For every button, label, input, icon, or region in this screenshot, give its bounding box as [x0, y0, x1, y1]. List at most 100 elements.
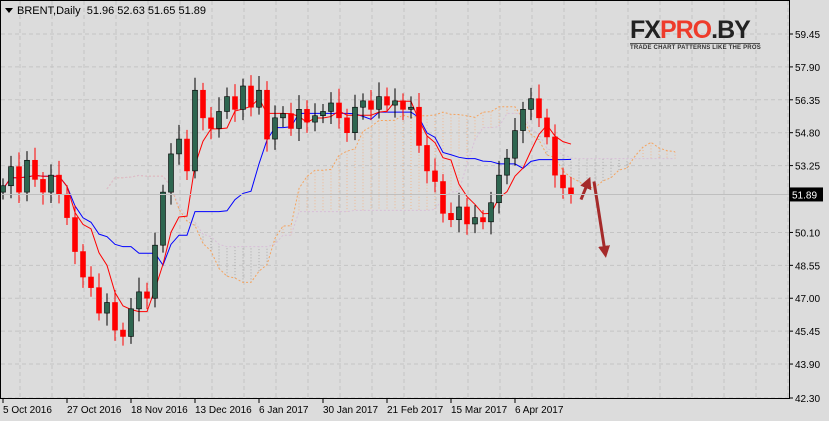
price-chart[interactable]: 59.45 57.90 56.35 54.80 53.25 50.10 48.55 47.00… [0, 0, 829, 421]
candle-bearish [144, 291, 150, 299]
candle-bearish [288, 113, 294, 129]
candle-bearish [64, 193, 70, 218]
candle-bullish [8, 166, 14, 187]
y-tick-label: 43.90 [795, 360, 820, 371]
candle-bearish [16, 166, 22, 193]
x-tick-label: 13 Dec 2016 [195, 405, 252, 416]
candle-bullish [104, 302, 110, 314]
fxpro-logo: FXPRO.BY TRADE CHART PATTERNS LIKE THE P… [630, 16, 761, 51]
x-tick-label: 5 Oct 2016 [3, 405, 52, 416]
candle-bullish [48, 174, 54, 193]
time-axis[interactable]: 5 Oct 2016 27 Oct 2016 18 Nov 2016 13 Dec 2… [2, 398, 564, 416]
kijun-sen-line [2, 111, 572, 267]
candle-bullish [456, 206, 462, 221]
candle-bearish [480, 217, 486, 223]
logo-text-fx: FX [630, 16, 661, 44]
candle-bearish [40, 179, 46, 193]
candle-bullish [520, 109, 526, 131]
candle-bullish [376, 96, 382, 110]
dropdown-triangle-icon[interactable] [5, 8, 13, 13]
candle-bearish [32, 159, 38, 180]
candle-bullish [224, 96, 230, 112]
candle-bullish [296, 109, 302, 129]
candle-bearish [232, 96, 238, 110]
candle-bullish [496, 174, 502, 204]
candle-bullish [328, 102, 334, 112]
indicator-lines [2, 97, 572, 313]
candle-bearish [448, 213, 454, 221]
candle-bearish [264, 89, 270, 140]
candle-bearish [72, 217, 78, 252]
candle-bearish [80, 251, 86, 278]
candle-bearish [344, 117, 350, 133]
candle-bearish [560, 174, 566, 189]
candle-bullish [312, 115, 318, 123]
chart-title: BRENT,Daily 51.96 52.63 51.65 51.89 [5, 5, 206, 17]
candle-bullish [392, 100, 398, 106]
candle-bullish [24, 159, 30, 193]
ohlc-values: 51.96 52.63 51.65 51.89 [86, 5, 206, 17]
plot-frame [0, 0, 790, 399]
x-tick-label: 6 Apr 2017 [515, 405, 564, 416]
candle-bullish [168, 153, 174, 193]
candle-bullish [472, 217, 478, 225]
candle-bullish [240, 85, 246, 110]
y-tick-label: 47.00 [795, 294, 820, 305]
x-tick-label: 27 Oct 2016 [67, 405, 122, 416]
candle-bearish [336, 102, 342, 119]
candle-bullish [216, 111, 222, 129]
candle-bearish [184, 138, 190, 172]
candle-bullish [176, 138, 182, 155]
candle-bullish [128, 308, 134, 337]
candle-bearish [440, 181, 446, 214]
candle-bullish [136, 291, 142, 310]
x-tick-label: 30 Jan 2017 [323, 405, 378, 416]
candle-bearish [536, 98, 542, 119]
candle-bearish [424, 145, 430, 172]
logo-text-pro: PRO [659, 16, 712, 44]
candle-bearish [432, 170, 438, 182]
logo-tagline: TRADE CHART PATTERNS LIKE THE PROS [630, 45, 761, 51]
candle-bullish [408, 106, 414, 110]
candle-bearish [464, 206, 470, 225]
candle-bearish [544, 117, 550, 138]
candle-bearish [568, 187, 574, 195]
candle-bullish [488, 202, 494, 223]
candle-bullish [280, 113, 286, 119]
price-axis[interactable]: 59.45 57.90 56.35 54.80 53.25 50.10 48.55 47.00… [1, 30, 823, 405]
candle-bearish [368, 100, 374, 110]
tenkan-sen-line [2, 97, 572, 313]
grid [1, 1, 789, 399]
candle-bullish [160, 191, 166, 246]
candle-bearish [552, 136, 558, 176]
x-tick-label: 18 Nov 2016 [131, 405, 188, 416]
candle-bearish [384, 96, 390, 106]
y-tick-label: 53.25 [795, 162, 820, 173]
current-price-label: 51.89 [792, 190, 817, 201]
candle-bearish [112, 302, 118, 331]
candle-bullish [360, 100, 366, 108]
candle-bullish [152, 244, 158, 299]
candle-bearish [120, 329, 126, 337]
candle-bullish [320, 111, 326, 117]
y-tick-label: 50.10 [795, 228, 820, 239]
candle-bearish [96, 287, 102, 314]
x-tick-label: 21 Feb 2017 [387, 405, 444, 416]
x-tick-label: 15 Mar 2017 [451, 405, 508, 416]
candle-bullish [504, 157, 510, 176]
candle-bullish [256, 89, 262, 108]
symbol-label: BRENT,Daily [17, 5, 81, 17]
candle-bearish [200, 89, 206, 119]
candle-bullish [272, 117, 278, 140]
y-tick-label: 54.80 [795, 129, 820, 140]
candle-bearish [208, 117, 214, 129]
candles [0, 75, 574, 346]
candle-bearish [304, 109, 310, 123]
logo-text-by: .BY [711, 16, 751, 44]
y-tick-label: 57.90 [795, 63, 820, 74]
candle-bearish [416, 106, 422, 146]
arrow-up-icon [579, 176, 592, 201]
candle-bearish [88, 276, 94, 288]
annotation-arrows [579, 176, 611, 258]
y-tick-label: 59.45 [795, 30, 820, 41]
